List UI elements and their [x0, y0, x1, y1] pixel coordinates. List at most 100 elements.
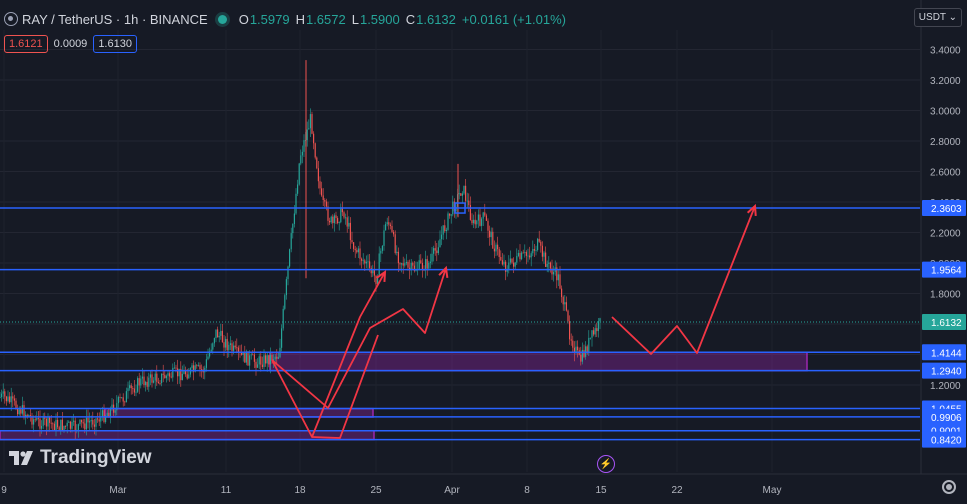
close-value: 1.6132 — [416, 11, 456, 27]
spread-value: 0.0009 — [53, 38, 88, 50]
candle-body — [226, 338, 228, 351]
candle-body — [181, 373, 183, 381]
candle-body — [532, 249, 534, 254]
candle-body — [145, 381, 147, 386]
candle-body — [191, 365, 193, 369]
symbol-title[interactable]: RAY / TetherUS · 1h · BINANCE — [22, 12, 208, 27]
candle-body — [565, 302, 567, 311]
candle-body — [237, 347, 239, 352]
candle-body — [119, 397, 121, 398]
candle-body — [117, 397, 119, 404]
candle-body — [388, 222, 390, 225]
candle-body — [588, 337, 590, 353]
candle-body — [564, 302, 566, 305]
buy-price-button[interactable]: 1.6130 — [93, 35, 137, 53]
candle-body — [485, 215, 487, 221]
tradingview-logo[interactable]: TradingView — [8, 447, 152, 469]
lightning-icon[interactable]: ⚡ — [597, 455, 615, 473]
candle-body — [557, 274, 559, 281]
candle-body — [20, 409, 22, 414]
candle-body — [164, 374, 166, 379]
candle-body — [521, 252, 523, 260]
candle-body — [354, 248, 356, 251]
candle-body — [199, 365, 201, 370]
candle-body — [2, 391, 4, 394]
candle-body — [361, 258, 363, 261]
candle-body — [167, 373, 169, 376]
candle-body — [290, 233, 292, 250]
candle-body — [468, 200, 470, 206]
candle-body — [535, 249, 537, 251]
x-tick-label: 18 — [294, 485, 306, 496]
candle-body — [74, 420, 76, 431]
candle-body — [492, 231, 494, 249]
candle-body — [23, 405, 25, 418]
price-axis[interactable]: 3.40003.20003.00002.80002.60002.40002.20… — [920, 0, 966, 474]
candle-body — [79, 419, 81, 425]
candle-body — [412, 262, 414, 266]
candle-body — [599, 318, 601, 322]
candle-body — [369, 261, 371, 268]
candle-body — [84, 423, 86, 430]
candle-body — [477, 214, 479, 221]
candle-body — [319, 181, 321, 189]
candle-body — [450, 214, 452, 216]
price-chart[interactable]: 3.40003.20003.00002.80002.60002.40002.20… — [0, 0, 967, 504]
currency-selector[interactable]: USDT ⌄ — [913, 8, 962, 27]
candle-body — [524, 252, 526, 253]
candle-body — [530, 253, 532, 258]
x-tick-label: Apr — [444, 485, 460, 496]
candle-body — [236, 347, 238, 349]
candle-body — [5, 396, 7, 402]
candle-body — [474, 219, 476, 225]
candle-body — [138, 378, 140, 386]
candle-body — [250, 354, 252, 356]
candle-body — [324, 200, 326, 202]
candle-body — [321, 188, 323, 196]
candle-body — [519, 252, 521, 260]
candle-body — [479, 214, 481, 226]
candle-body — [429, 261, 431, 263]
candle-body — [481, 218, 483, 226]
candle-body — [39, 418, 41, 429]
candle-body — [15, 400, 17, 409]
candle-body — [335, 215, 337, 219]
candle-body — [281, 328, 283, 348]
gear-icon[interactable] — [942, 480, 956, 494]
candle-body — [52, 423, 54, 425]
candle-body — [433, 248, 435, 254]
candle-body — [277, 357, 279, 359]
candle-body — [9, 396, 11, 403]
x-tick-label: Mar — [109, 485, 127, 496]
candle-body — [346, 217, 348, 227]
sell-price-button[interactable]: 1.6121 — [4, 35, 48, 53]
candle-body — [546, 263, 548, 267]
candle-body — [549, 262, 551, 269]
candle-body — [313, 133, 315, 144]
candle-body — [114, 410, 116, 413]
candle-body — [562, 297, 564, 305]
chart-header: RAY / TetherUS · 1h · BINANCE O 1.5979 H… — [4, 9, 572, 29]
candle-body — [461, 193, 463, 196]
candle-body — [469, 205, 471, 220]
candle-body — [17, 408, 19, 415]
level-label: 1.9564 — [931, 266, 962, 277]
time-axis[interactable]: 9 Mar 11 18 25 Apr 8 15 22 May — [0, 473, 967, 496]
candle-body — [210, 349, 212, 352]
candle-body — [58, 427, 60, 430]
candle-body — [146, 381, 148, 387]
candle-body — [149, 374, 151, 378]
candle-body — [225, 338, 227, 348]
level-label: 1.2940 — [931, 367, 962, 378]
candle-body — [45, 418, 47, 427]
candle-body — [157, 381, 159, 384]
candle-body — [234, 345, 236, 348]
candle-body — [337, 218, 339, 224]
candle-body — [458, 193, 460, 195]
candle-body — [212, 343, 214, 350]
projection-path — [611, 205, 756, 355]
candle-body — [596, 328, 598, 332]
candle-body — [381, 245, 383, 251]
candle-body — [425, 259, 427, 271]
y-tick-label: 3.0000 — [930, 107, 961, 118]
